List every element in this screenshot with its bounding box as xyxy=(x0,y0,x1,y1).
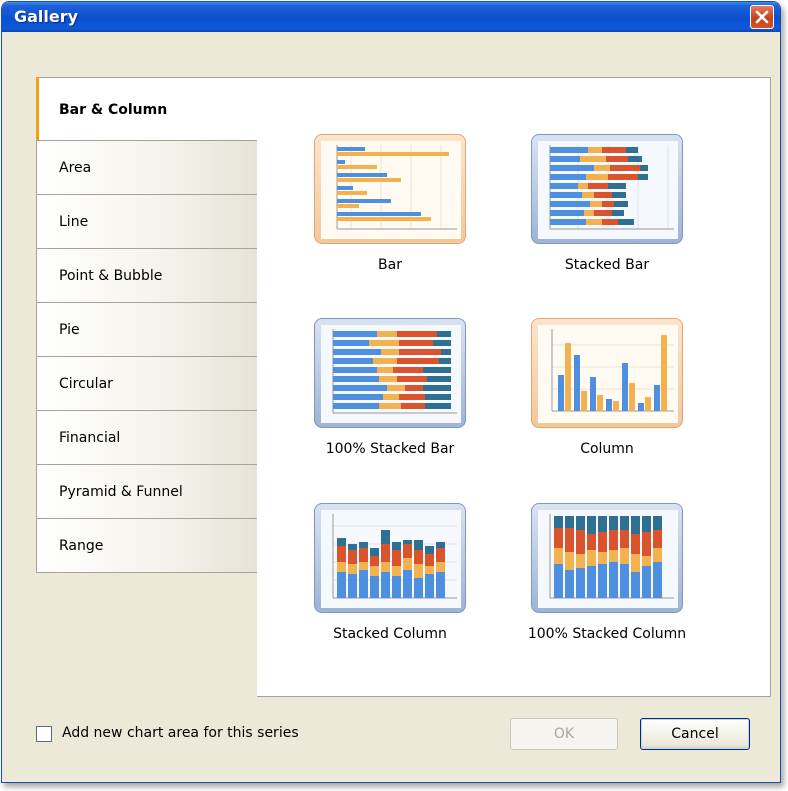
tab-pyramid-funnel[interactable]: Pyramid & Funnel xyxy=(36,465,258,519)
gallery-item-100-stacked-column[interactable]: 100% Stacked Column xyxy=(512,503,702,642)
tab-label: Circular xyxy=(59,376,113,392)
gallery-item-label: Stacked Column xyxy=(333,626,447,642)
gallery-item-100-stacked-bar[interactable]: 100% Stacked Bar xyxy=(295,318,485,457)
gallery-item-label: 100% Stacked Bar xyxy=(325,441,455,457)
tab-pie[interactable]: Pie xyxy=(36,303,258,357)
gallery-item-label: Column xyxy=(580,441,634,457)
gallery-item-label: Bar xyxy=(378,257,402,273)
gallery-panel: Bar Stacked Bar 100% Stacked Bar Column … xyxy=(257,77,771,697)
gallery-item-label: Stacked Bar xyxy=(564,257,650,273)
gallery-item-column[interactable]: Column xyxy=(512,318,702,457)
tab-label: Bar & Column xyxy=(59,102,168,118)
tab-label: Area xyxy=(59,160,92,176)
100-stacked-column-chart-icon xyxy=(538,510,678,608)
ok-button[interactable]: OK xyxy=(510,718,618,750)
tab-label: Line xyxy=(59,214,89,230)
100-stacked-column-chart-thumbnail xyxy=(531,503,683,613)
tab-label: Pie xyxy=(59,322,80,338)
column-chart-thumbnail xyxy=(531,318,683,428)
tab-label: Point & Bubble xyxy=(59,268,163,284)
tab-label: Financial xyxy=(59,430,121,446)
100-stacked-bar-chart-thumbnail xyxy=(314,318,466,428)
stacked-column-chart-thumbnail xyxy=(314,503,466,613)
tab-bar-column[interactable]: Bar & Column xyxy=(36,77,259,141)
tab-range[interactable]: Range xyxy=(36,519,258,573)
tab-label: Range xyxy=(59,538,104,554)
tab-area[interactable]: Area xyxy=(36,141,258,195)
stacked-bar-chart-thumbnail xyxy=(531,134,683,244)
100-stacked-bar-chart-icon xyxy=(321,325,461,423)
close-button[interactable] xyxy=(750,5,774,29)
bar-chart-icon xyxy=(321,141,461,239)
add-chart-area-label[interactable]: Add new chart area for this series xyxy=(62,725,299,741)
tab-financial[interactable]: Financial xyxy=(36,411,258,465)
tab-line[interactable]: Line xyxy=(36,195,258,249)
bar-chart-thumbnail xyxy=(314,134,466,244)
gallery-item-stacked-column[interactable]: Stacked Column xyxy=(295,503,485,642)
tab-point-bubble[interactable]: Point & Bubble xyxy=(36,249,258,303)
close-icon xyxy=(755,10,769,24)
title-bar[interactable]: Gallery xyxy=(2,2,780,32)
column-chart-icon xyxy=(538,325,678,423)
add-chart-area-checkbox[interactable] xyxy=(36,726,52,742)
tab-circular[interactable]: Circular xyxy=(36,357,258,411)
tab-label: Pyramid & Funnel xyxy=(59,484,183,500)
stacked-bar-chart-icon xyxy=(538,141,678,239)
cancel-button[interactable]: Cancel xyxy=(640,718,750,750)
gallery-item-label: 100% Stacked Column xyxy=(527,626,687,642)
stacked-column-chart-icon xyxy=(321,510,461,608)
gallery-item-stacked-bar[interactable]: Stacked Bar xyxy=(512,134,702,273)
category-tabs: Bar & Column Area Line Point & Bubble Pi… xyxy=(36,77,259,573)
window-title: Gallery xyxy=(14,7,79,26)
gallery-item-bar[interactable]: Bar xyxy=(295,134,485,273)
